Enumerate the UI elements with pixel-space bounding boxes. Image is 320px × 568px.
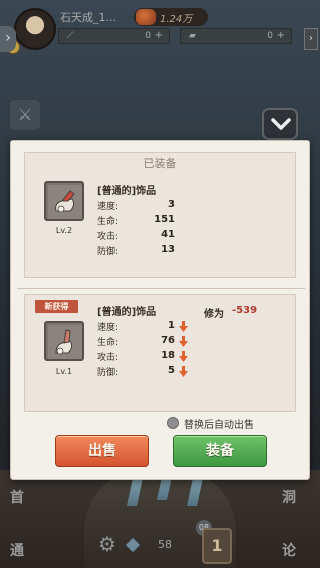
down-arrow-icon xyxy=(179,366,188,377)
stat-label: 速度: xyxy=(97,323,119,333)
equip-button[interactable]: 装备 xyxy=(173,435,267,467)
stat-value: 41 xyxy=(161,229,175,240)
new-item-badge: 新获得 xyxy=(35,300,78,313)
sword-icon: ⟋ xyxy=(67,31,74,41)
chevron-down-icon xyxy=(271,118,291,130)
equipped-header-label: 已装备 xyxy=(143,157,177,170)
add-resource-button[interactable]: + xyxy=(155,29,163,43)
resource-value: 0 xyxy=(145,31,151,41)
gem-count: 58 xyxy=(158,538,172,551)
player-avatar[interactable] xyxy=(14,8,56,50)
stat-row: 防御: 13 xyxy=(97,244,197,258)
stat-value: 18 xyxy=(161,350,175,361)
new-item-panel: 新获得 [普通的]饰品 修为 -539 Lv.1 速度: 1 生命: 76 攻击… xyxy=(24,294,296,412)
equipment-compare-dialog: 已装备 Lv.2 [普通的]饰品 速度: 3 生命: 151 攻击: 41 防御… xyxy=(10,140,310,480)
stat-value: 151 xyxy=(154,214,175,225)
stat-label: 攻击: xyxy=(97,353,119,363)
auto-sell-label: 替换后自动出售 xyxy=(184,419,254,431)
chevron-right-icon[interactable]: › xyxy=(304,28,318,50)
accessory-icon xyxy=(48,185,82,219)
stat-row: 防御: 5 xyxy=(97,365,197,379)
item-level: Lv.2 xyxy=(55,226,73,235)
down-arrow-icon xyxy=(179,321,188,332)
radio-icon[interactable] xyxy=(167,417,179,429)
gear-icon[interactable]: ⚙ xyxy=(98,533,120,555)
repair-value: -539 xyxy=(232,305,258,316)
item-slot[interactable] xyxy=(44,321,84,361)
collapse-button[interactable] xyxy=(262,108,298,140)
hud-label[interactable]: 论 xyxy=(282,540,296,560)
stat-row: 攻击: 41 xyxy=(97,229,197,243)
stat-row: 速度: 3 xyxy=(97,199,197,213)
item-slot[interactable] xyxy=(44,181,84,221)
hud-label[interactable]: 首 xyxy=(10,487,24,507)
accessory-icon xyxy=(48,325,82,359)
gold-amount: 1.24万 xyxy=(160,13,193,25)
stat-value: 3 xyxy=(168,199,175,210)
equipped-header: 已装备 xyxy=(25,153,295,175)
hud-label[interactable]: 洞 xyxy=(282,487,296,507)
gold-icon xyxy=(136,9,156,25)
item-level: Lv.1 xyxy=(55,367,73,376)
item-name: [普通的]饰品 xyxy=(97,186,157,197)
stat-value: 13 xyxy=(161,244,175,255)
stat-label: 防御: xyxy=(97,247,119,257)
resource-bar-sword: ⟋ 0 + xyxy=(58,28,170,44)
hud-label[interactable]: 通 xyxy=(10,540,24,560)
stat-row: 生命: 76 xyxy=(97,335,197,349)
stat-label: 防御: xyxy=(97,368,119,378)
down-arrow-icon xyxy=(179,351,188,362)
divider xyxy=(17,288,305,289)
left-menu-button[interactable]: ⚔ xyxy=(10,100,40,130)
stat-label: 生命: xyxy=(97,217,119,227)
resource-bar-scroll: ▰ 0 + xyxy=(180,28,292,44)
stat-row: 速度: 1 xyxy=(97,320,197,334)
resource-value: 0 xyxy=(267,31,273,41)
gold-counter: 1.24万 xyxy=(134,8,208,26)
auto-sell-toggle[interactable]: 替换后自动出售 xyxy=(167,416,254,431)
stat-value: 1 xyxy=(168,320,175,331)
chevron-left-icon[interactable]: › xyxy=(0,26,16,52)
item-name: [普通的]饰品 xyxy=(97,307,157,318)
stat-row: 攻击: 18 xyxy=(97,350,197,364)
stat-label: 速度: xyxy=(97,202,119,212)
scroll-icon: ▰ xyxy=(189,31,196,41)
card-button[interactable]: 1 xyxy=(202,528,232,564)
add-resource-button[interactable]: + xyxy=(277,29,285,43)
sell-button[interactable]: 出售 xyxy=(55,435,149,467)
stat-value: 76 xyxy=(161,335,175,346)
stat-row: 生命: 151 xyxy=(97,214,197,228)
stat-label: 生命: xyxy=(97,338,119,348)
repair-label: 修为 xyxy=(204,309,224,320)
stat-value: 5 xyxy=(168,365,175,376)
stat-label: 攻击: xyxy=(97,232,119,242)
equipped-panel: 已装备 Lv.2 [普通的]饰品 速度: 3 生命: 151 攻击: 41 防御… xyxy=(24,152,296,278)
player-name: 石天成_1... xyxy=(60,11,116,24)
down-arrow-icon xyxy=(179,336,188,347)
